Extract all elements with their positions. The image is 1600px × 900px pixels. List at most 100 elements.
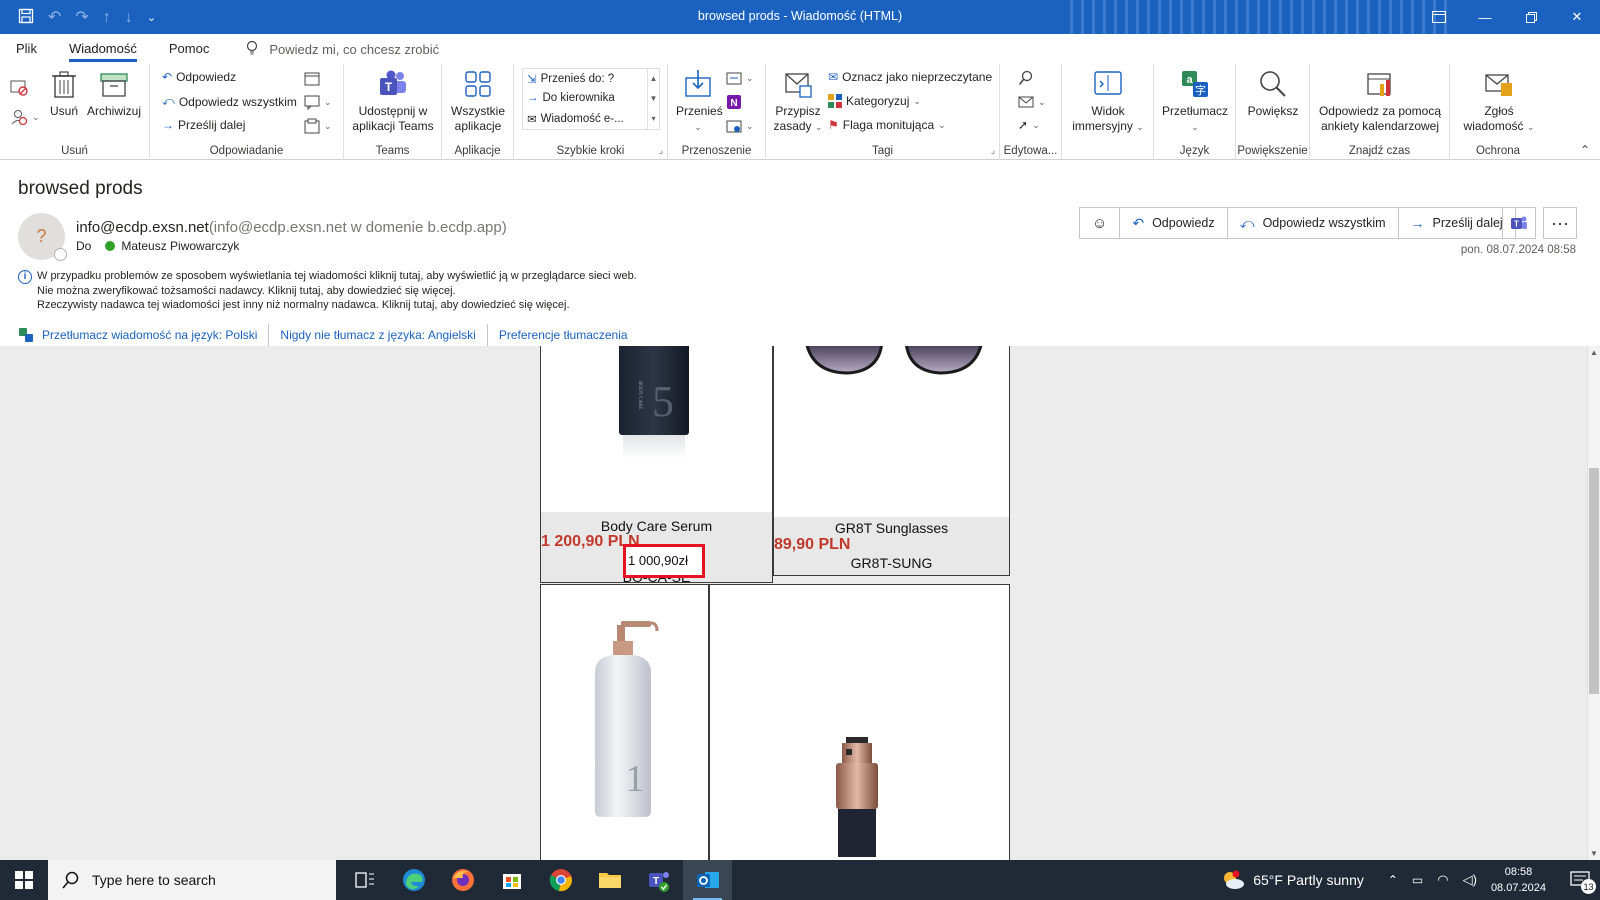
show-hidden-icons[interactable]: ⌃ [1388, 873, 1398, 887]
quick-step-manager[interactable]: → Do kierownika [527, 92, 615, 104]
scroll-down-icon[interactable]: ▼ [1588, 847, 1600, 860]
categorize-icon [828, 94, 842, 108]
info-line-sender[interactable]: Rzeczywisty nadawca tej wiadomości jest … [18, 298, 637, 312]
product-card-lotion[interactable]: 1 [540, 584, 709, 860]
info-row-display[interactable]: i W przypadku problemów ze sposobem wyśw… [18, 269, 637, 284]
translate-small-icon [19, 328, 33, 342]
reply-with-poll-button[interactable]: Odpowiedz za pomocą ankiety kalendarzowe… [1316, 68, 1444, 134]
bottle-label-text: BODY CARE [637, 381, 642, 410]
more-actions-button[interactable]: ··· [1543, 207, 1577, 239]
outlook-icon [696, 872, 719, 888]
forward-button[interactable]: → Prześlij dalej [162, 118, 245, 132]
assign-policy-button[interactable]: Przypisz zasady ⌄ [772, 68, 824, 135]
emoji-reaction-button[interactable]: ☺ [1080, 208, 1121, 238]
vertical-scrollbar[interactable]: ▲ ▼ [1587, 346, 1600, 860]
find-icon[interactable] [1018, 70, 1034, 86]
tell-me-search[interactable]: Powiedz mi, co chcesz zrobić [245, 40, 439, 59]
tab-wiadomosc[interactable]: Wiadomość [53, 34, 153, 64]
minimize-icon[interactable]: — [1462, 0, 1508, 34]
all-apps-button[interactable]: Wszystkie aplikacje [448, 68, 508, 134]
reply-button[interactable]: ↶ Odpowiedz [162, 70, 236, 84]
immersive-reader-button[interactable]: Widok immersyjny ⌄ [1066, 68, 1150, 135]
info-line-identity[interactable]: Nie można zweryfikować tożsamości nadawc… [18, 284, 637, 298]
chrome-app[interactable] [536, 860, 585, 900]
ignore-icon[interactable] [10, 78, 28, 96]
info-bar: i W przypadku problemów ze sposobem wyśw… [18, 269, 637, 312]
group-znajdz-czas: Odpowiedz za pomocą ankiety kalendarzowe… [1310, 64, 1450, 160]
recipient-name[interactable]: Mateusz Piwowarczyk [121, 239, 239, 253]
translation-preferences-link[interactable]: Preferencje tłumaczenia [488, 324, 639, 346]
ribbon-display-options-icon[interactable] [1416, 0, 1462, 34]
group-label-znajdz-czas: Znajdź czas [1348, 145, 1411, 157]
menu-tabs: Plik Wiadomość Pomoc Powiedz mi, co chce… [0, 34, 1600, 64]
meeting-reply-icon[interactable] [304, 70, 320, 86]
junk-icon[interactable]: ⌄ [10, 108, 40, 126]
rules-icon[interactable]: ⌄ [726, 70, 754, 86]
header-reply-all-button[interactable]: ⤺ Odpowiedz wszystkim [1228, 208, 1399, 238]
tab-pomoc[interactable]: Pomoc [153, 34, 225, 64]
restore-icon[interactable] [1508, 0, 1554, 34]
notifications-button[interactable]: 13 [1560, 860, 1600, 900]
group-jezyk: a字 Przetłumacz ⌄ Język [1154, 64, 1236, 160]
product-card-serum[interactable]: BODY CARE 5 Body Care Serum 1 200,90 PLN… [540, 346, 773, 585]
quick-step-email[interactable]: ✉ Wiadomość e-... [527, 112, 624, 126]
move-button[interactable]: Przenieś ⌄ [676, 68, 723, 135]
select-icon[interactable]: ➚ ⌄ [1018, 118, 1040, 132]
volume-icon[interactable]: ◁) [1463, 872, 1477, 888]
weather-widget[interactable]: 65°F Partly sunny [1221, 869, 1364, 891]
taskbar-clock[interactable]: 08:58 08.07.2024 [1491, 864, 1546, 896]
archive-button[interactable]: Archiwizuj [84, 68, 144, 119]
svg-text:字: 字 [1195, 83, 1206, 97]
report-message-button[interactable]: Zgłoś wiadomość ⌄ [1456, 68, 1542, 135]
chrome-icon [549, 869, 572, 892]
outlook-app[interactable] [683, 860, 732, 900]
related-icon[interactable]: ⌄ [1018, 94, 1046, 110]
start-button[interactable] [0, 860, 48, 900]
scroll-up-icon[interactable]: ▲ [1588, 346, 1600, 359]
tab-plik[interactable]: Plik [0, 34, 53, 64]
collapse-ribbon-icon[interactable]: ⌃ [1580, 143, 1590, 157]
never-translate-link[interactable]: Nigdy nie tłumacz z języka: Angielski [269, 324, 488, 346]
store-app[interactable] [487, 860, 536, 900]
archive-label: Archiwizuj [86, 104, 141, 118]
taskbar-search[interactable]: Type here to search [48, 860, 336, 900]
teams-app[interactable]: T [634, 860, 683, 900]
scrollbar-thumb[interactable] [1589, 468, 1599, 694]
title-bar: ↶ ↷ ↑ ↓ ⌄ browsed prods - Wiadomość (HTM… [0, 0, 1600, 34]
forward-icon: → [162, 118, 174, 132]
mark-unread-button[interactable]: ✉ Oznacz jako nieprzeczytane [828, 70, 992, 84]
zoom-button[interactable]: Powiększ [1240, 68, 1306, 119]
edge-app[interactable] [389, 860, 438, 900]
product-card-spray[interactable] [709, 584, 1010, 860]
sender[interactable]: info@ecdp.exsn.net(info@ecdp.exsn.net w … [76, 219, 507, 236]
tags-dialog-launcher-icon[interactable]: ⌟ [991, 145, 995, 156]
wifi-icon[interactable]: ◠ [1437, 872, 1448, 888]
categorize-button[interactable]: Kategoryzuj ⌄ [828, 94, 921, 108]
delete-button[interactable]: Usuń [48, 68, 80, 119]
share-to-teams-button[interactable]: T Udostępnij w aplikacji Teams [350, 68, 436, 134]
im-reply-icon[interactable]: ⌄ [304, 94, 332, 110]
follow-up-button[interactable]: ⚑ Flaga monitująca ⌄ [828, 118, 946, 132]
task-view-button[interactable] [340, 860, 389, 900]
forward-arrow-icon: → [527, 92, 539, 104]
translate-button[interactable]: a字 Przetłumacz ⌄ [1158, 68, 1232, 135]
product-card-sunglasses[interactable]: GR8T Sunglasses 89,90 PLN GR8T-SUNG [773, 346, 1010, 576]
onenote-icon[interactable]: N [726, 94, 742, 110]
header-teams-button[interactable]: T [1502, 207, 1536, 239]
translate-message-link[interactable]: Przetłumacz wiadomość na język: Polski [18, 324, 270, 346]
file-explorer-app[interactable] [585, 860, 634, 900]
translate-message-label: Przetłumacz wiadomość na język: Polski [42, 328, 258, 342]
header-forward-button[interactable]: → Prześlij dalej [1399, 208, 1515, 238]
quick-steps-scroll[interactable]: ▲ ▼ ▾ [647, 69, 659, 129]
group-label-przenoszenie: Przenoszenie [681, 145, 752, 157]
battery-icon[interactable]: ▭ [1412, 873, 1423, 887]
reply-all-button[interactable]: ⤺ Odpowiedz wszystkim [162, 94, 297, 109]
actions-icon[interactable]: ⌄ [726, 118, 754, 134]
quick-step-move[interactable]: ⇲ Przenieś do: ? [527, 72, 614, 86]
firefox-app[interactable] [438, 860, 487, 900]
dialog-launcher-icon[interactable]: ⌟ [659, 145, 663, 156]
group-label-aplikacje: Aplikacje [454, 145, 501, 157]
close-icon[interactable]: ✕ [1554, 0, 1600, 34]
more-respond-icon[interactable]: ⌄ [304, 118, 332, 134]
header-reply-button[interactable]: ↶ Odpowiedz [1120, 208, 1228, 238]
